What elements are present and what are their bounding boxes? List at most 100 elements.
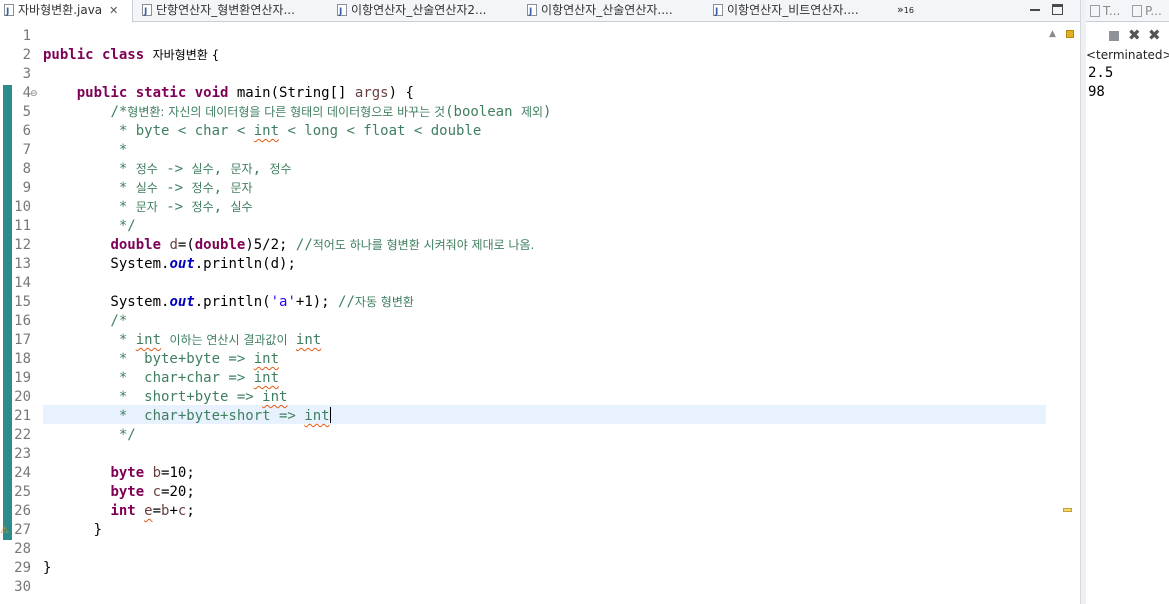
code-token: < long < float < double [279,123,482,139]
code-editor[interactable]: 자바형변환.java ✕ 단항연산자_형변환연산자... 이항연산자_산술연산자2… [0,0,1080,604]
code-line: * 실수 -> 정수, 문자 [43,179,253,198]
code-line: * char+char => int [43,369,279,388]
code-token: d [169,237,178,253]
line-number: 16 [14,313,31,329]
java-file-icon [713,2,723,22]
java-file-icon [142,2,152,22]
code-token: , [213,180,231,196]
code-token: out [169,294,195,310]
java-file-icon [4,2,14,22]
code-token: =20; [161,484,195,500]
code-token: double [194,237,246,253]
tab-java-type-conversion[interactable]: 자바형변환.java ✕ [0,0,133,23]
code-token: 형변환: 자신의 데이터형을 다른 형태의 데이터형으로 바꾸는 것 [127,105,446,119]
code-token: 정수 [191,200,214,214]
tab-binary-arithmetic-2[interactable]: 이항연산자_산술연산자2... [333,0,519,22]
line-number: 14 [14,275,31,291]
console-output-line: 98 [1088,84,1105,100]
line-number: 6 [22,123,31,139]
line-number: 8 [22,161,31,177]
code-token: byte [110,484,153,500]
close-tab-icon[interactable]: ✕ [109,0,118,21]
tab-problems[interactable]: P... [1132,3,1162,18]
code-token: 적어도 하나를 형변환 시켜줘야 제대로 나옴. [312,238,535,252]
fold-minus-icon[interactable]: ⊖ [30,89,38,99]
line-number: 21 [14,408,31,424]
code-token: 문자 [230,181,253,195]
overview-status-icon[interactable] [1066,30,1074,38]
code-line: public class 자바형변환 { [43,46,219,65]
line-number: 20 [14,389,31,405]
tab-label: 단항연산자_형변환연산자... [156,3,295,17]
code-token: */ [43,218,136,234]
code-token: * [43,180,136,196]
code-token: ) { [388,85,414,101]
maximize-icon[interactable] [1052,4,1063,15]
code-token: * [43,161,136,177]
code-line: */ [43,217,136,236]
overview-warning-marker[interactable] [1063,508,1072,512]
code-token: e [144,503,153,519]
code-line: * int 이하는 연산시 결과값이 int [43,331,321,350]
scroll-up-icon[interactable]: ▲ [1049,29,1056,39]
code-token: // [295,237,313,253]
line-number: 15 [14,294,31,310]
code-token: 실수 [135,181,158,195]
line-number: 23 [14,446,31,462]
code-token: .println( [194,294,271,310]
line-number: 29 [14,560,31,576]
tab-binary-arithmetic[interactable]: 이항연산자_산술연산자.... [523,0,703,22]
code-token: ) [543,104,552,120]
code-token: -> [157,180,192,196]
code-token: main(String[] [236,85,355,101]
remove-all-terminated-icon[interactable]: ✖ [1148,26,1161,44]
warning-icon[interactable]: ⚠ [0,525,9,536]
code-token: 문자 [135,200,158,214]
code-token: (boolean [445,104,521,120]
code-text-area[interactable]: public class 자바형변환 { public static void … [40,23,1046,604]
problems-tab-icon [1132,5,1142,17]
overview-ruler[interactable]: ▲ [1046,23,1080,604]
code-token: int [253,123,280,139]
code-line: } [43,559,51,578]
code-token: args [354,85,389,101]
code-line: int e=b+c; [43,502,194,521]
line-number: 19 [14,370,31,386]
code-line: System.out.println('a'+1); //자동 형변환 [43,293,414,312]
code-token: * byte+byte => [43,351,254,367]
code-token: =( [177,237,195,253]
tab-label: 이항연산자_산술연산자.... [541,3,673,17]
tab-unary-operator[interactable]: 단항연산자_형변환연산자... [138,0,326,22]
code-token: * [43,332,136,348]
tab-binary-bitwise[interactable]: 이항연산자_비트연산자.... [709,0,891,22]
code-line: * char+byte+short => int [43,407,330,426]
code-token: +1); [295,294,339,310]
code-line: public static void main(String[] args) { [43,84,414,103]
line-number: 2 [22,47,31,63]
code-token: int [110,503,145,519]
tab-terminal[interactable]: T... [1090,3,1120,18]
code-token: 이하는 연산시 결과값이 [169,333,288,347]
remove-launch-icon[interactable]: ✖ [1128,26,1141,44]
code-token: 'a' [270,294,296,310]
console-view: T... P... ✖ ✖ <terminated> 자 2.5 98 [1086,0,1169,604]
tab-label: 자바형변환.java [18,3,103,17]
terminate-icon[interactable] [1109,31,1119,41]
code-token: */ [43,427,136,443]
code-token: -> [157,161,192,177]
code-token: out [169,256,195,272]
code-token: , [252,161,270,177]
code-line: * byte < char < int < long < float < dou… [43,122,481,141]
editor-tab-bar: 자바형변환.java ✕ 단항연산자_형변환연산자... 이항연산자_산술연산자2… [0,0,1080,23]
code-token: 정수 [191,181,214,195]
tab-overflow-button[interactable]: »16 [897,3,914,16]
code-token: 자바형변환 { [152,48,220,62]
line-number: 24 [14,465,31,481]
minimize-icon[interactable] [1028,2,1042,16]
line-number: 1 [22,28,31,44]
code-token: // [338,294,355,310]
